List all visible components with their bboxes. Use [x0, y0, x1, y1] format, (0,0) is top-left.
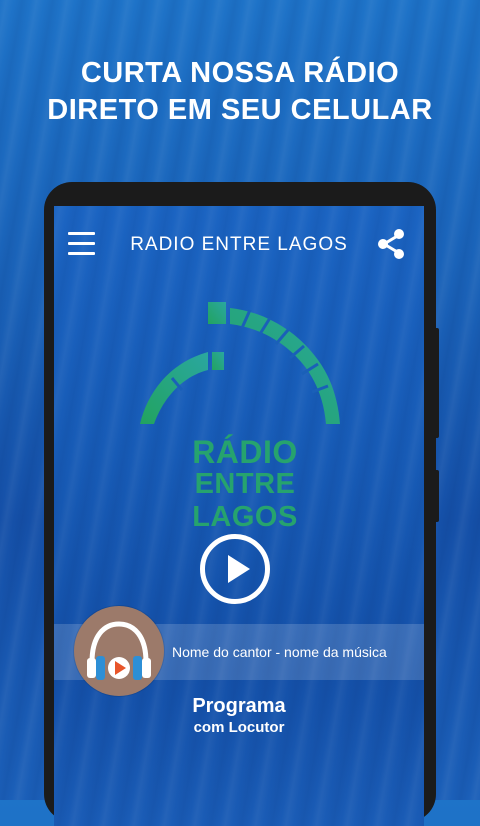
phone-frame: RADIO ENTRE LAGOS RÁDIO ENTRE LAGOS Nome…	[44, 182, 436, 826]
play-icon	[228, 555, 250, 583]
promo-headline: CURTA NOSSA RÁDIO DIRETO EM SEU CELULAR	[0, 55, 480, 129]
share-icon[interactable]	[376, 228, 406, 260]
program-info: Programa com Locutor	[54, 694, 424, 738]
phone-side-button-2	[434, 470, 439, 522]
now-playing-text: Nome do cantor - nome da música	[172, 644, 387, 660]
program-host: com Locutor	[193, 719, 285, 736]
album-cover	[74, 606, 164, 696]
app-title: RADIO ENTRE LAGOS	[130, 234, 348, 255]
app-bar: RADIO ENTRE LAGOS	[54, 206, 424, 284]
play-button[interactable]	[200, 534, 270, 604]
logo-arc-graphic	[140, 302, 340, 424]
logo-text-line-1: RÁDIO	[192, 434, 298, 470]
promo-line-2: DIRETO EM SEU CELULAR	[47, 94, 433, 126]
app-screen: RADIO ENTRE LAGOS RÁDIO ENTRE LAGOS Nome…	[54, 206, 424, 826]
promo-line-1: CURTA NOSSA RÁDIO	[80, 57, 400, 89]
phone-side-button-1	[434, 328, 439, 438]
station-logo: RÁDIO ENTRE LAGOS	[138, 302, 352, 533]
headphones-play-icon	[87, 621, 151, 680]
program-name: Programa	[192, 695, 286, 717]
logo-text-line-2: ENTRE LAGOS	[192, 468, 298, 533]
